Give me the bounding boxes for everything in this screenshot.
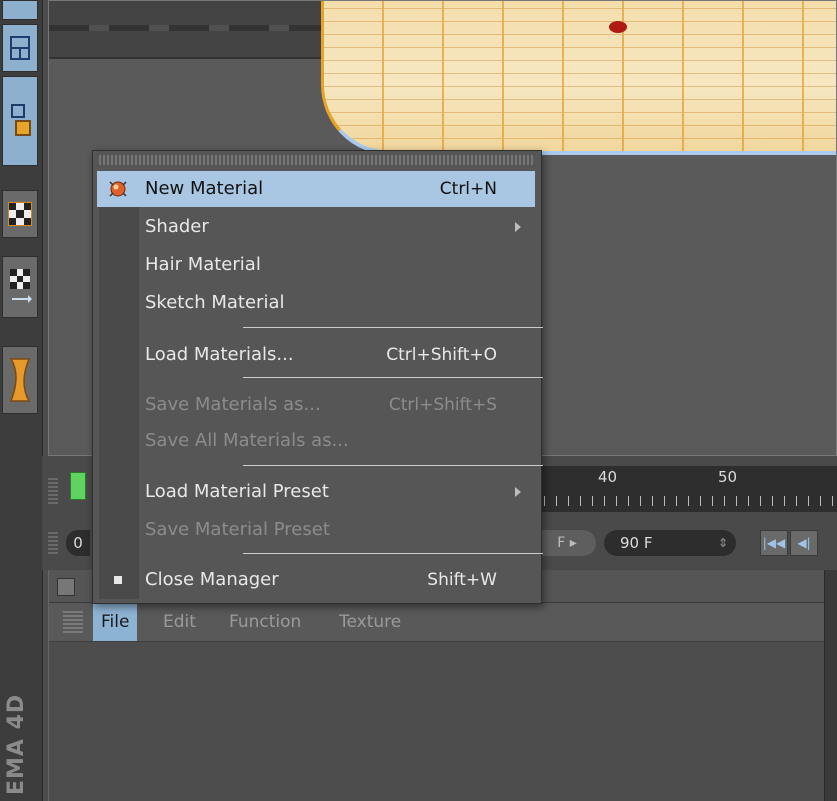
stepper-arrows-icon[interactable]: ⇕ (718, 530, 728, 556)
submenu-arrow-icon (515, 222, 521, 232)
menu-separator (243, 553, 543, 554)
menu-item-load-materials[interactable]: Load Materials... Ctrl+Shift+O (97, 337, 535, 373)
menu-item-load-material-preset[interactable]: Load Material Preset (97, 474, 535, 510)
menu-item-new-material[interactable]: New Material Ctrl+N (97, 171, 535, 207)
menu-item-label: Close Manager (145, 569, 279, 590)
app-brand-label: EMA 4D (4, 693, 29, 795)
material-manager-menubar: File Edit Function Texture (49, 603, 833, 642)
submenu-arrow-icon (515, 487, 521, 497)
menu-file[interactable]: File (93, 603, 138, 641)
mesh-wireframe (324, 1, 836, 151)
menu-item-save-material-preset[interactable]: Save Material Preset (97, 512, 535, 548)
checker-icon (8, 202, 32, 226)
menu-function[interactable]: Function (221, 603, 309, 641)
bend-shape-icon (7, 355, 33, 405)
menu-item-sketch-material[interactable]: Sketch Material (97, 285, 535, 321)
start-frame-field[interactable]: 0 (66, 530, 90, 556)
menu-item-label: New Material (145, 178, 264, 199)
panel-divider[interactable] (824, 570, 837, 801)
frame-step-label: F (557, 535, 566, 551)
file-dropdown-menu: New Material Ctrl+N Shader Hair Material… (92, 150, 543, 604)
3d-model-mesh[interactable] (321, 1, 836, 155)
menu-item-label: Save Materials as... (145, 394, 321, 415)
menu-item-label: Hair Material (145, 254, 261, 275)
material-manager-panel: File Edit Function Texture (48, 570, 833, 801)
menu-edit[interactable]: Edit (155, 603, 204, 641)
menu-item-label: Shader (145, 216, 209, 237)
menu-item-save-all-materials-as[interactable]: Save All Materials as... (97, 423, 535, 459)
menu-separator (243, 465, 543, 466)
menu-item-label: Sketch Material (145, 292, 285, 313)
cube-stack-icon (8, 101, 32, 141)
skip-back-icon: |◀◀ (762, 536, 786, 550)
ruler-ticks (532, 496, 837, 506)
small-square-icon (109, 571, 127, 589)
go-to-start-button[interactable]: |◀◀ (760, 530, 788, 556)
panel-toggle-checkbox[interactable] (57, 578, 75, 596)
deformer-tool-button[interactable] (2, 346, 38, 414)
tool-button-top[interactable] (2, 0, 38, 20)
menu-item-shader[interactable]: Shader (97, 209, 535, 245)
end-frame-value: 90 F (620, 534, 653, 552)
menu-item-label: Save Material Preset (145, 519, 330, 540)
material-sphere-icon (109, 180, 127, 198)
ruler-label-40: 40 (598, 468, 618, 486)
timeline-grip-top[interactable] (48, 478, 58, 504)
prev-key-button[interactable]: ◀| (790, 530, 818, 556)
current-frame-marker[interactable] (70, 472, 86, 500)
checker-arrow-icon (8, 267, 32, 307)
menu-separator (243, 327, 543, 328)
texture-tool-button[interactable] (2, 190, 38, 238)
layout-panels-tool-button[interactable] (2, 24, 38, 72)
menu-item-shortcut: Ctrl+N (439, 179, 497, 199)
menu-item-save-materials-as[interactable]: Save Materials as... Ctrl+Shift+S (97, 387, 535, 423)
play-arrow-icon: ▸ (569, 535, 577, 551)
menu-item-close-manager[interactable]: Close Manager Shift+W (97, 562, 535, 598)
ruler-label-50: 50 (718, 468, 738, 486)
menu-item-shortcut: Ctrl+Shift+O (386, 345, 497, 365)
texture-axis-tool-button[interactable] (2, 256, 38, 318)
menu-item-label: Save All Materials as... (145, 430, 349, 451)
menu-item-shortcut: Ctrl+Shift+S (388, 395, 497, 415)
menu-item-shortcut: Shift+W (427, 570, 497, 590)
menu-item-hair-material[interactable]: Hair Material (97, 247, 535, 283)
menu-separator (243, 377, 543, 378)
menu-item-label: Load Materials... (145, 344, 294, 365)
panels-icon (9, 35, 31, 61)
object-tool-button[interactable] (2, 76, 38, 166)
timeline-grip-bottom[interactable] (48, 532, 58, 554)
end-frame-field[interactable]: 90 F ⇕ (604, 530, 736, 556)
model-red-marker (609, 21, 627, 33)
menubar-grip[interactable] (63, 611, 83, 633)
menu-item-label: Load Material Preset (145, 481, 329, 502)
timeline-ruler[interactable]: 40 50 (532, 466, 837, 512)
frame-step-button[interactable]: F ▸ (538, 530, 596, 556)
left-toolbar: EMA 4D (0, 0, 43, 801)
tear-off-handle[interactable] (99, 155, 535, 165)
menu-texture[interactable]: Texture (331, 603, 409, 641)
step-back-icon: ◀| (797, 536, 811, 550)
